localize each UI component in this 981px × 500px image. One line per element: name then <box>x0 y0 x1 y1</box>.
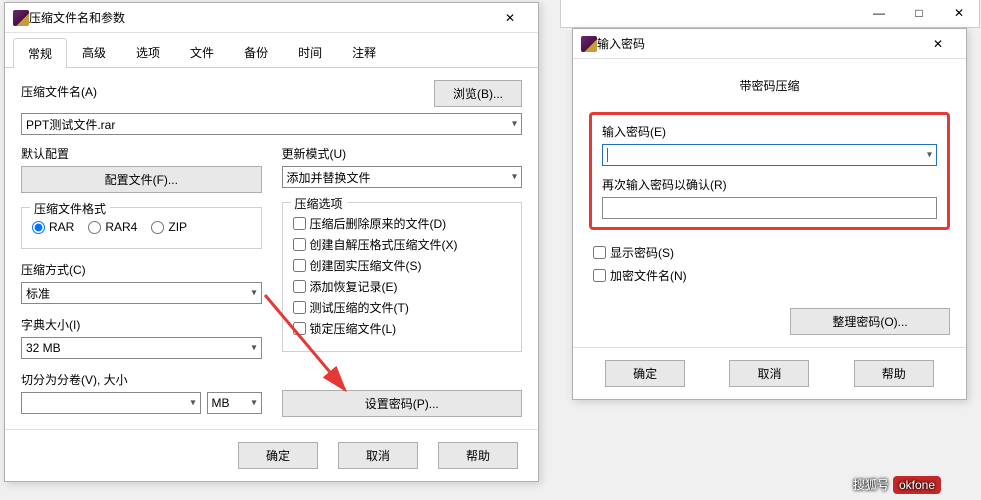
update-mode-value: 添加并替换文件 <box>287 169 371 186</box>
browse-button[interactable]: 浏览(B)... <box>434 80 522 107</box>
main-help-button[interactable]: 帮助 <box>438 442 518 469</box>
dict-label: 字典大小(I) <box>21 316 262 333</box>
split-label: 切分为分卷(V), 大小 <box>21 371 262 388</box>
password-highlight-box: 输入密码(E) ▾ 再次输入密码以确认(R) <box>589 112 950 230</box>
chevron-down-icon: ▾ <box>927 150 932 161</box>
main-ok-button[interactable]: 确定 <box>238 442 318 469</box>
opt-lock[interactable]: 锁定压缩文件(L) <box>293 320 512 337</box>
main-titlebar: 压缩文件名和参数 ✕ <box>5 3 538 33</box>
organize-passwords-button[interactable]: 整理密码(O)... <box>790 308 950 335</box>
update-mode-select[interactable]: 添加并替换文件 ▾ <box>282 166 523 188</box>
chevron-down-icon: ▾ <box>251 343 256 354</box>
split-size-input[interactable]: ▾ <box>21 392 201 414</box>
chevron-down-icon: ▾ <box>251 288 256 299</box>
format-label: 压缩文件格式 <box>30 200 110 217</box>
password-input[interactable]: ▾ <box>602 144 937 166</box>
format-rar[interactable]: RAR <box>32 220 74 234</box>
archive-name-input[interactable]: PPT测试文件.rar ▾ <box>21 113 522 135</box>
pwd-ok-button[interactable]: 确定 <box>605 360 685 387</box>
main-close-button[interactable]: ✕ <box>490 4 530 32</box>
tab-time[interactable]: 时间 <box>283 37 337 67</box>
app-icon <box>13 10 29 26</box>
tab-backup[interactable]: 备份 <box>229 37 283 67</box>
tab-strip: 常规 高级 选项 文件 备份 时间 注释 <box>5 33 538 68</box>
method-value: 标准 <box>26 285 50 302</box>
show-password-check[interactable]: 显示密码(S) <box>593 244 946 261</box>
default-profile-label: 默认配置 <box>21 145 262 162</box>
chevron-down-icon: ▾ <box>512 172 517 183</box>
opt-solid[interactable]: 创建固实压缩文件(S) <box>293 257 512 274</box>
watermark: 搜狐号okfone <box>853 473 941 494</box>
tab-advanced[interactable]: 高级 <box>67 37 121 67</box>
pwd-titlebar: 输入密码 ✕ <box>573 29 966 59</box>
app-icon <box>581 36 597 52</box>
main-title: 压缩文件名和参数 <box>29 9 490 26</box>
dict-select[interactable]: 32 MB ▾ <box>21 337 262 359</box>
method-label: 压缩方式(C) <box>21 261 262 278</box>
dict-value: 32 MB <box>26 341 61 355</box>
format-zip[interactable]: ZIP <box>151 220 187 234</box>
archive-name-label: 压缩文件名(A) <box>21 83 97 100</box>
bg-maximize[interactable]: □ <box>899 0 939 27</box>
pwd-help-button[interactable]: 帮助 <box>854 360 934 387</box>
update-mode-label: 更新模式(U) <box>282 145 523 162</box>
set-password-button[interactable]: 设置密码(P)... <box>282 390 523 417</box>
opt-sfx[interactable]: 创建自解压格式压缩文件(X) <box>293 236 512 253</box>
options-label: 压缩选项 <box>291 195 347 212</box>
tab-comment[interactable]: 注释 <box>337 37 391 67</box>
reenter-password-label: 再次输入密码以确认(R) <box>602 176 937 193</box>
tab-files[interactable]: 文件 <box>175 37 229 67</box>
tab-general[interactable]: 常规 <box>13 38 67 68</box>
chevron-down-icon: ▾ <box>512 119 517 130</box>
bg-close[interactable]: ✕ <box>939 0 979 27</box>
profiles-button[interactable]: 配置文件(F)... <box>21 166 262 193</box>
encrypt-names-check[interactable]: 加密文件名(N) <box>593 267 946 284</box>
opt-recovery[interactable]: 添加恢复记录(E) <box>293 278 512 295</box>
split-unit-value: MB <box>212 396 230 410</box>
main-cancel-button[interactable]: 取消 <box>338 442 418 469</box>
method-select[interactable]: 标准 ▾ <box>21 282 262 304</box>
split-unit-select[interactable]: MB ▾ <box>207 392 262 414</box>
bg-minimize[interactable]: — <box>859 0 899 27</box>
opt-delete-after[interactable]: 压缩后删除原来的文件(D) <box>293 215 512 232</box>
password-confirm-input[interactable] <box>602 197 937 219</box>
pwd-title: 输入密码 <box>597 35 918 52</box>
pwd-cancel-button[interactable]: 取消 <box>729 360 809 387</box>
pwd-subtitle: 带密码压缩 <box>589 77 950 94</box>
opt-test[interactable]: 测试压缩的文件(T) <box>293 299 512 316</box>
chevron-down-icon: ▾ <box>190 398 195 409</box>
chevron-down-icon: ▾ <box>251 398 256 409</box>
format-rar4[interactable]: RAR4 <box>88 220 137 234</box>
tab-options[interactable]: 选项 <box>121 37 175 67</box>
archive-name-value: PPT测试文件.rar <box>26 116 115 133</box>
enter-password-label: 输入密码(E) <box>602 123 937 140</box>
pwd-close-button[interactable]: ✕ <box>918 30 958 58</box>
